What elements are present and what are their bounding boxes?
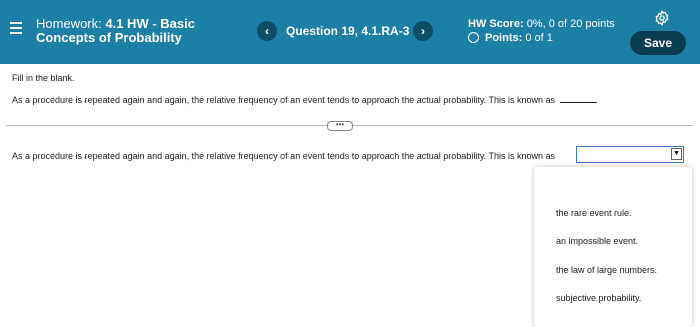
- hamburger-menu-icon[interactable]: [10, 22, 22, 36]
- answer-dropdown[interactable]: ▼: [576, 146, 684, 163]
- points-label: Points:: [485, 32, 523, 44]
- instruction-text: Fill in the blank.: [12, 73, 75, 83]
- question-label: Question 19, 4.1.RA-3: [286, 24, 410, 38]
- points-radio-icon: [468, 32, 479, 43]
- blank-line: [559, 102, 596, 103]
- points-value: 0 of 1: [525, 32, 553, 44]
- hw-score-label: HW Score:: [468, 18, 524, 30]
- title-line1: 4.1 HW - Basic: [105, 16, 195, 31]
- answer-prompt: As a procedure is repeated again and aga…: [12, 151, 556, 161]
- settings-gear-icon[interactable]: [654, 10, 670, 26]
- top-header: Homework: 4.1 HW - Basic Concepts of Pro…: [0, 0, 700, 64]
- title-prefix: Homework:: [36, 16, 102, 31]
- hw-score-value: 0%, 0 of 20 points: [526, 18, 615, 30]
- title-line2: Concepts of Probability: [36, 30, 182, 45]
- next-question-button[interactable]: ›: [413, 21, 433, 41]
- expand-more-button[interactable]: •••: [327, 121, 353, 131]
- dropdown-options-list: the rare event rule. an impossible event…: [534, 167, 692, 327]
- save-button[interactable]: Save: [630, 31, 686, 55]
- question-text: As a procedure is repeated again and aga…: [12, 95, 598, 105]
- assignment-title: Homework: 4.1 HW - Basic Concepts of Pro…: [36, 17, 195, 45]
- option-law-of-large-numbers[interactable]: the law of large numbers.: [556, 265, 657, 275]
- score-panel: HW Score: 0%, 0 of 20 points Points: 0 o…: [468, 17, 615, 45]
- dropdown-arrow-icon[interactable]: ▼: [671, 148, 682, 160]
- option-subjective-probability[interactable]: subjective probability.: [556, 293, 641, 303]
- option-impossible-event[interactable]: an impossible event.: [556, 236, 638, 246]
- question-suffix: .: [595, 95, 599, 105]
- previous-question-button[interactable]: ‹: [257, 21, 277, 41]
- option-rare-event-rule[interactable]: the rare event rule.: [556, 208, 632, 218]
- question-body: As a procedure is repeated again and aga…: [12, 95, 556, 105]
